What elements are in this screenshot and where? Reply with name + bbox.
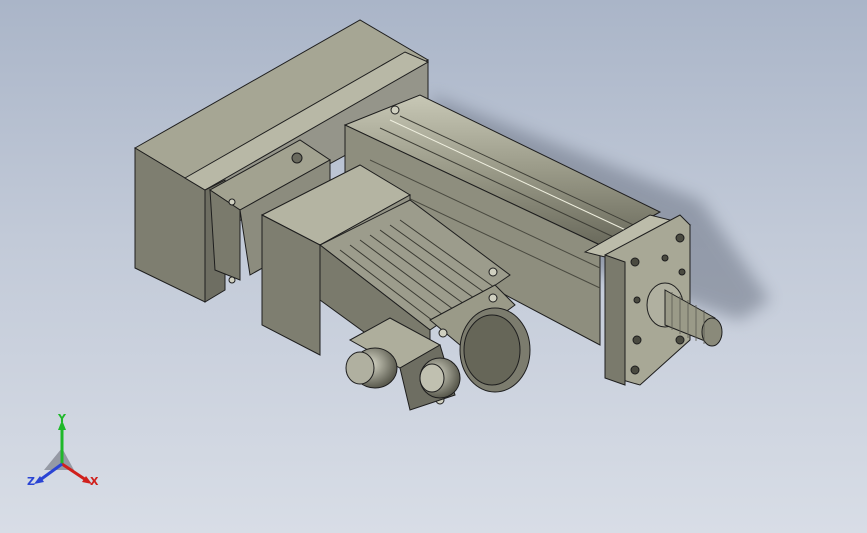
cad-model[interactable] <box>0 0 867 533</box>
orientation-triad[interactable]: Y X Z <box>22 412 112 498</box>
x-axis-label: X <box>90 475 99 488</box>
signal-connector[interactable] <box>419 357 461 399</box>
x-axis-line <box>61 462 87 482</box>
triad-axes <box>34 420 92 484</box>
y-axis-label: Y <box>58 412 66 425</box>
power-connector[interactable] <box>345 347 398 389</box>
z-axis-label: Z <box>27 475 35 488</box>
graphics-viewport[interactable]: Y X Z <box>0 0 867 533</box>
